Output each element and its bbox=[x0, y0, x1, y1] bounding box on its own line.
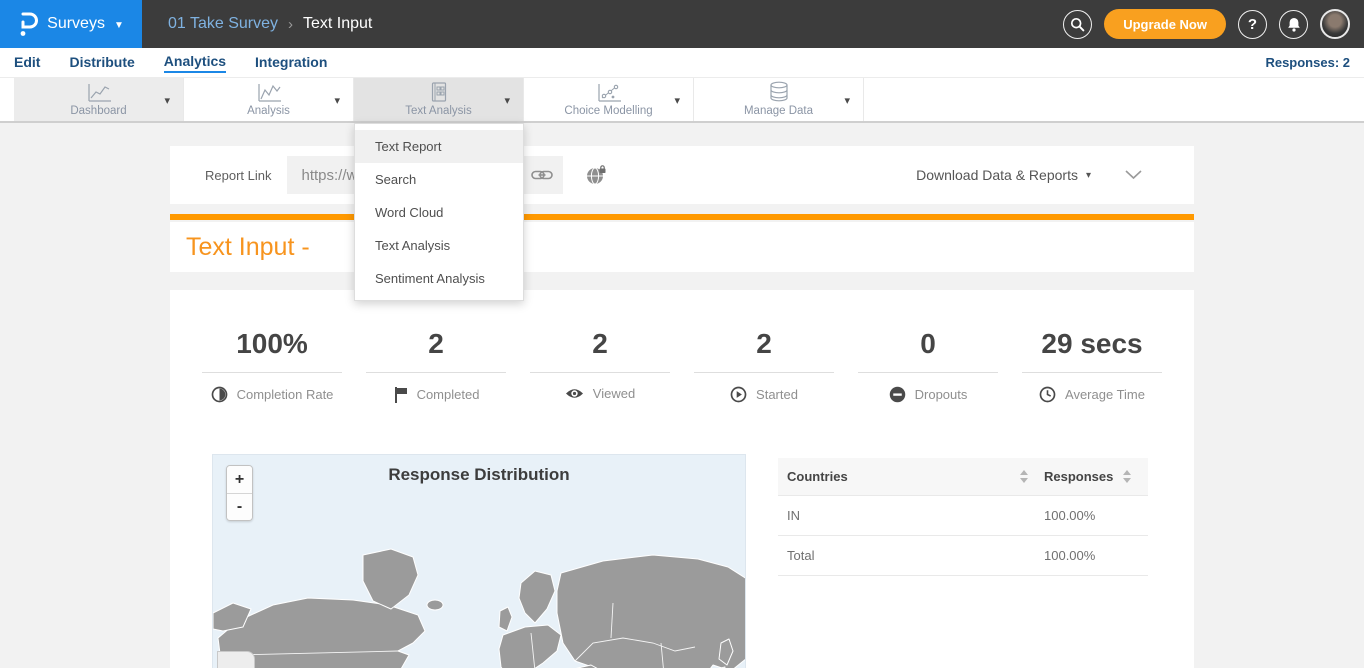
nav-tab-edit[interactable]: Edit bbox=[14, 54, 40, 72]
table-row: IN 100.00% bbox=[778, 496, 1148, 536]
notifications-button[interactable] bbox=[1279, 10, 1308, 39]
question-accent-bar bbox=[170, 214, 1194, 220]
top-header: Surveys ▼ 01 Take Survey › Text Input Up… bbox=[0, 0, 1364, 48]
help-button[interactable]: ? bbox=[1238, 10, 1267, 39]
line-chart-icon bbox=[86, 82, 112, 102]
chevron-down-icon[interactable]: ▾ bbox=[164, 94, 170, 107]
countries-column-header[interactable]: Countries bbox=[787, 469, 848, 484]
menu-item-word-cloud[interactable]: Word Cloud bbox=[355, 196, 523, 229]
text-report-icon bbox=[429, 82, 449, 102]
minus-circle-icon bbox=[889, 386, 906, 403]
collapse-panel-chevron-icon[interactable] bbox=[1125, 170, 1142, 180]
responses-count: Responses: 2 bbox=[1265, 55, 1350, 70]
toolbar-tab-analysis[interactable]: Analysis ▾ bbox=[184, 78, 354, 121]
menu-item-text-report[interactable]: Text Report bbox=[355, 130, 523, 163]
flag-icon bbox=[393, 386, 408, 403]
clock-icon bbox=[1039, 386, 1056, 403]
toolbar-tab-text-analysis[interactable]: Text Analysis ▾ bbox=[354, 78, 524, 121]
menu-item-search[interactable]: Search bbox=[355, 163, 523, 196]
user-avatar[interactable] bbox=[1320, 9, 1350, 39]
map-zoom-out-button[interactable]: - bbox=[227, 493, 252, 520]
table-header-row: Countries Responses bbox=[778, 458, 1148, 496]
download-data-reports-dropdown[interactable]: Download Data & Reports bbox=[916, 167, 1078, 183]
response-distribution-map[interactable]: Response Distribution + - bbox=[212, 454, 746, 668]
responses-cell: 100.00% bbox=[1044, 508, 1148, 523]
responses-column-header[interactable]: Responses bbox=[1044, 469, 1113, 484]
breadcrumb-current-page: Text Input bbox=[303, 15, 372, 33]
toolbar-tab-choice-modelling[interactable]: Choice Modelling ▾ bbox=[524, 78, 694, 121]
analytics-toolbar: Dashboard ▾ Analysis ▾ Text Analysis ▾ C… bbox=[0, 77, 1364, 123]
nav-tab-integration[interactable]: Integration bbox=[255, 54, 327, 72]
surveys-product-switcher[interactable]: Surveys ▼ bbox=[0, 0, 142, 48]
world-map[interactable] bbox=[213, 543, 746, 668]
analytics-main-card: 100% Completion Rate 2 Completed 2 bbox=[170, 290, 1194, 668]
chevron-down-icon[interactable]: ▾ bbox=[674, 94, 680, 107]
stat-dropouts: 0 Dropouts bbox=[846, 328, 1010, 403]
globe-privacy-icon[interactable] bbox=[585, 165, 607, 185]
chevron-down-icon[interactable]: ▾ bbox=[334, 94, 340, 107]
scatter-chart-icon bbox=[596, 82, 622, 102]
search-icon bbox=[1070, 17, 1085, 32]
stat-started: 2 Started bbox=[682, 328, 846, 403]
table-row-total: Total 100.00% bbox=[778, 536, 1148, 576]
header-actions: Upgrade Now ? bbox=[1063, 9, 1364, 39]
download-controls: Download Data & Reports ▾ bbox=[916, 167, 1142, 183]
trend-chart-icon bbox=[256, 82, 282, 102]
map-title: Response Distribution bbox=[213, 465, 745, 485]
copy-link-icon[interactable] bbox=[531, 168, 553, 182]
menu-item-text-analysis[interactable]: Text Analysis bbox=[355, 229, 523, 262]
breadcrumb: 01 Take Survey › Text Input bbox=[168, 15, 372, 33]
stats-row: 100% Completion Rate 2 Completed 2 bbox=[170, 290, 1194, 403]
nav-tab-distribute[interactable]: Distribute bbox=[69, 54, 134, 72]
text-analysis-dropdown-menu: Text Report Search Word Cloud Text Analy… bbox=[354, 123, 524, 301]
survey-section-nav: Edit Distribute Analytics Integration Re… bbox=[0, 48, 1364, 77]
sort-icon[interactable] bbox=[1123, 470, 1131, 483]
toolbar-tab-manage-data[interactable]: Manage Data ▾ bbox=[694, 78, 864, 121]
map-attribution-widget bbox=[217, 651, 255, 668]
upgrade-now-button[interactable]: Upgrade Now bbox=[1104, 9, 1226, 39]
country-cell: IN bbox=[778, 508, 1044, 523]
map-zoom-controls: + - bbox=[226, 465, 253, 521]
question-title-card: Text Input - bbox=[170, 222, 1194, 272]
sort-icon[interactable] bbox=[1020, 470, 1028, 483]
stat-completion-rate: 100% Completion Rate bbox=[190, 328, 354, 403]
question-mark-icon: ? bbox=[1248, 16, 1257, 33]
menu-item-sentiment-analysis[interactable]: Sentiment Analysis bbox=[355, 262, 523, 295]
product-name: Surveys bbox=[47, 15, 105, 33]
app-window: Surveys ▼ 01 Take Survey › Text Input Up… bbox=[0, 0, 1364, 668]
half-circle-icon bbox=[211, 386, 228, 403]
question-title: Text Input - bbox=[186, 233, 310, 262]
breadcrumb-separator: › bbox=[288, 16, 293, 33]
countries-table: Countries Responses IN 100.00% Total bbox=[778, 458, 1148, 576]
stat-completed: 2 Completed bbox=[354, 328, 518, 403]
responses-cell: 100.00% bbox=[1044, 548, 1148, 563]
search-button[interactable] bbox=[1063, 10, 1092, 39]
stat-average-time: 29 secs Average Time bbox=[1010, 328, 1174, 403]
chevron-down-icon[interactable]: ▾ bbox=[844, 94, 850, 107]
report-link-bar: Report Link https://ww Download Data & R… bbox=[170, 146, 1194, 204]
nav-tab-analytics[interactable]: Analytics bbox=[164, 53, 226, 73]
chevron-down-icon[interactable]: ▾ bbox=[504, 94, 510, 107]
questionpro-logo-icon bbox=[18, 11, 38, 37]
chevron-down-icon: ▼ bbox=[114, 20, 124, 31]
database-icon bbox=[768, 82, 790, 102]
breadcrumb-survey-link[interactable]: 01 Take Survey bbox=[168, 15, 278, 33]
report-link-label: Report Link bbox=[205, 168, 271, 183]
eye-icon bbox=[565, 387, 584, 400]
country-cell: Total bbox=[778, 548, 1044, 563]
play-circle-icon bbox=[730, 386, 747, 403]
bell-icon bbox=[1287, 17, 1301, 32]
chevron-down-icon[interactable]: ▾ bbox=[1086, 170, 1091, 181]
stat-viewed: 2 Viewed bbox=[518, 328, 682, 403]
toolbar-tab-dashboard[interactable]: Dashboard ▾ bbox=[14, 78, 184, 121]
map-zoom-in-button[interactable]: + bbox=[227, 466, 252, 493]
